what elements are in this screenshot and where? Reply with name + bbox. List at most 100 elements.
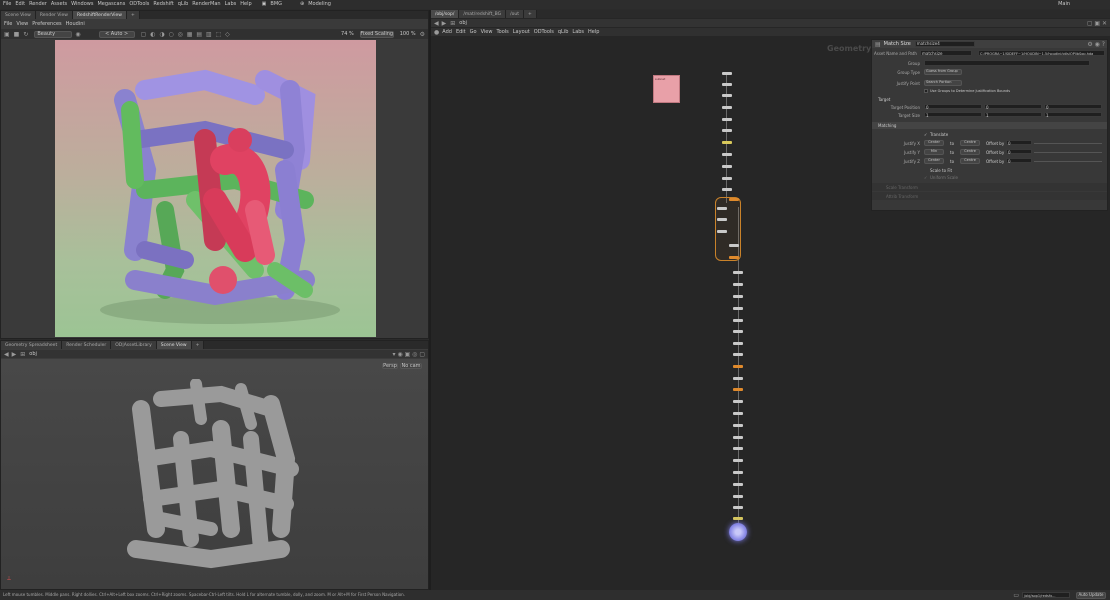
build-icon[interactable]: ⊕ xyxy=(300,2,304,7)
net-menu-tools[interactable]: Tools xyxy=(496,29,508,35)
sop-node[interactable] xyxy=(733,330,743,333)
sop-node[interactable] xyxy=(733,424,743,427)
auto-update-button[interactable]: Auto Update xyxy=(1076,591,1106,599)
target-size-y[interactable]: 1 xyxy=(984,112,1042,118)
asset-path-field[interactable]: C:/PROGRA~1/SIDEFF~1/HOUDIN~1.5/houdini/… xyxy=(978,50,1105,56)
sop-node[interactable] xyxy=(733,271,743,274)
sop-node[interactable] xyxy=(722,165,732,168)
sop-node[interactable] xyxy=(733,483,743,486)
sop-node[interactable] xyxy=(733,400,743,403)
sop-node[interactable] xyxy=(733,342,743,345)
sop-node[interactable] xyxy=(733,447,743,450)
justify-x-target[interactable]: Centre xyxy=(960,140,980,146)
add-tab-icon[interactable]: + xyxy=(126,11,140,19)
sop-node[interactable] xyxy=(722,129,732,132)
sop-node[interactable] xyxy=(722,83,732,86)
forward-icon[interactable]: ▶ xyxy=(12,351,17,358)
desktop-name[interactable]: BMG xyxy=(270,2,282,7)
menu-qlib[interactable]: qLib xyxy=(178,2,189,7)
net-menu-odtools[interactable]: ODTools xyxy=(534,29,554,35)
sop-node[interactable] xyxy=(733,412,743,415)
pin-icon[interactable]: ● xyxy=(434,29,439,36)
target-pos-y[interactable]: 0 xyxy=(984,104,1042,110)
desktop-icon[interactable]: ▣ xyxy=(262,2,267,7)
tool-icons[interactable]: ▢ ◐ ◑ ○ ◎ ▦ ▤ ▥ ⬚ ◇ xyxy=(141,31,231,38)
network-icon[interactable]: ⊞ xyxy=(20,351,25,358)
camera-button[interactable]: No cam xyxy=(400,363,422,369)
viewport-options-icons[interactable]: ▾ ◉ ▣ ◎ ▢ xyxy=(393,351,425,358)
tab-render-view[interactable]: Render View xyxy=(35,11,73,19)
justify-x-slider[interactable] xyxy=(1034,143,1102,144)
camera-select[interactable]: < Auto > xyxy=(98,30,135,38)
sop-node[interactable] xyxy=(729,244,739,247)
target-pos-z[interactable]: 0 xyxy=(1044,104,1102,110)
add-tab-icon[interactable]: + xyxy=(191,341,205,349)
network-icon[interactable]: ⊞ xyxy=(450,20,455,27)
net-menu-layout[interactable]: Layout xyxy=(513,29,530,35)
tab-redshift-render-view[interactable]: RedshiftRenderView xyxy=(72,11,127,19)
forward-icon[interactable]: ▶ xyxy=(442,20,447,27)
sop-node[interactable] xyxy=(733,307,743,310)
justify-z-mode[interactable]: Center xyxy=(924,158,944,164)
sop-node[interactable] xyxy=(717,207,727,210)
back-icon[interactable]: ◀ xyxy=(4,351,9,358)
aov-select[interactable]: Beauty xyxy=(34,30,73,38)
tab-mat-redshift[interactable]: /mat/redshift_BG xyxy=(459,10,507,18)
menu-redshift[interactable]: Redshift xyxy=(153,2,173,7)
net-menu-qlib[interactable]: qLib xyxy=(558,29,569,35)
scaling-select[interactable]: Fixed Scaling xyxy=(359,30,394,38)
sop-node[interactable] xyxy=(729,198,739,201)
justify-z-target[interactable]: Centre xyxy=(960,158,980,164)
uniform-check-icon[interactable]: ✓ xyxy=(924,175,927,180)
persp-button[interactable]: Persp xyxy=(382,363,398,369)
translate-check-icon[interactable]: ✓ xyxy=(924,132,927,137)
network-path[interactable]: obj xyxy=(459,20,467,26)
rv-menu-view[interactable]: View xyxy=(16,22,28,27)
sop-node[interactable] xyxy=(733,377,743,380)
sop-node[interactable] xyxy=(733,295,743,298)
settings-icon[interactable]: ⚙ xyxy=(420,31,425,38)
tab-render-scheduler[interactable]: Render Scheduler xyxy=(62,341,112,349)
menu-file[interactable]: File xyxy=(3,2,11,7)
sop-node[interactable] xyxy=(717,218,727,221)
sop-node[interactable] xyxy=(722,153,732,156)
render-image[interactable] xyxy=(55,40,376,337)
status-icon[interactable]: ▭ xyxy=(1013,592,1019,599)
node-name-field[interactable]: matchsize4 xyxy=(914,41,975,47)
scene-path[interactable]: obj xyxy=(29,351,37,357)
sticky-note[interactable]: subnet xyxy=(653,75,680,103)
justify-y-mode[interactable]: Min xyxy=(924,149,944,155)
justify-y-target[interactable]: Centre xyxy=(960,149,980,155)
target-pos-x[interactable]: 0 xyxy=(924,104,982,110)
menu-render[interactable]: Render xyxy=(29,2,47,7)
rv-menu-file[interactable]: File xyxy=(4,22,12,27)
justify-x-offset[interactable]: 0 xyxy=(1006,140,1032,146)
sop-node[interactable] xyxy=(722,72,732,75)
net-menu-add[interactable]: Add xyxy=(442,29,452,35)
tab-geometry-spreadsheet[interactable]: Geometry Spreadsheet xyxy=(1,341,63,349)
menu-megascans[interactable]: Megascans xyxy=(97,2,125,7)
sop-node[interactable] xyxy=(733,495,743,498)
tab-scene-view[interactable]: Scene View xyxy=(1,11,36,19)
status-path-field[interactable]: /obj/sop1/redsfx... xyxy=(1022,592,1070,598)
add-tab-icon[interactable]: + xyxy=(524,10,537,18)
sop-node[interactable] xyxy=(733,283,743,286)
sop-node[interactable] xyxy=(733,471,743,474)
sop-node[interactable] xyxy=(733,319,743,322)
target-size-x[interactable]: 1 xyxy=(924,112,982,118)
tab-obj-sop[interactable]: /obj/sop/ xyxy=(431,10,460,18)
asset-name-field[interactable]: matchsize xyxy=(920,50,972,56)
sop-node[interactable] xyxy=(717,230,727,233)
use-groups-checkbox[interactable] xyxy=(924,89,928,93)
sop-node[interactable] xyxy=(733,436,743,439)
back-icon[interactable]: ◀ xyxy=(434,20,439,27)
scale-percent[interactable]: 100 % xyxy=(400,31,416,37)
group-type-select[interactable]: Guess from Group xyxy=(924,69,962,75)
net-menu-labs[interactable]: Labs xyxy=(572,29,584,35)
sop-node[interactable] xyxy=(722,106,732,109)
sop-node[interactable] xyxy=(733,388,743,391)
justify-y-offset[interactable]: 0 xyxy=(1006,149,1032,155)
menu-labs[interactable]: Labs xyxy=(225,2,237,7)
zoom-value[interactable]: 74 % xyxy=(341,31,354,37)
menu-renderman[interactable]: RenderMan xyxy=(192,2,220,7)
